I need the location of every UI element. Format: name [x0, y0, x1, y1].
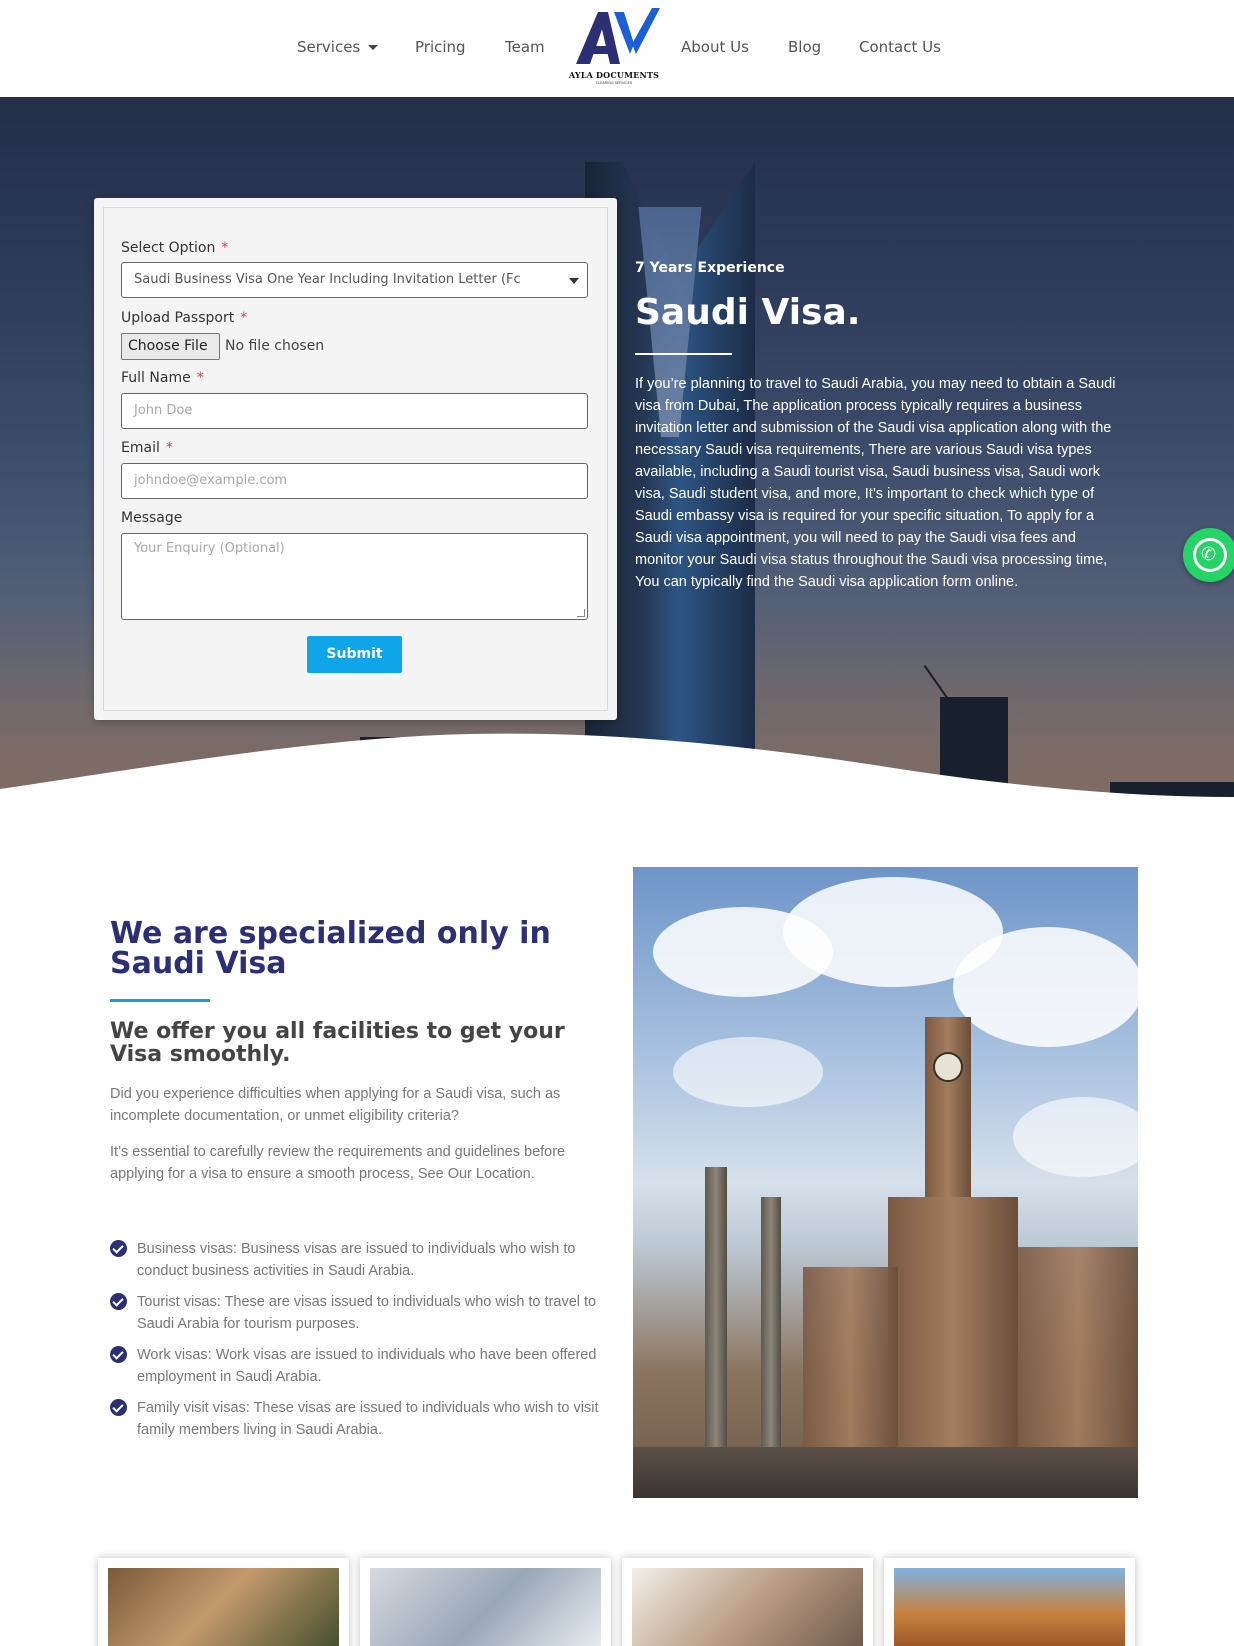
logo-mark-icon	[576, 8, 660, 64]
choose-file-button[interactable]: Choose File	[121, 333, 220, 360]
list-item-text: Business visas: Business visas are issue…	[137, 1241, 576, 1279]
required-mark: *	[221, 240, 229, 256]
specialized-title: We are specialized only in Saudi Visa	[110, 916, 551, 981]
required-mark: *	[165, 440, 173, 456]
check-circle-icon	[110, 1293, 127, 1310]
message-placeholder: Your Enquiry (Optional)	[134, 541, 285, 556]
full-name-label: Full Name *	[121, 370, 204, 386]
logo-name: AYLA DOCUMENTS	[568, 70, 660, 80]
file-status-text: No file chosen	[225, 338, 325, 354]
clock-tower	[925, 1017, 971, 1217]
service-card[interactable]	[622, 1558, 873, 1646]
hero-description: If you’re planning to travel to Saudi Ar…	[635, 376, 1116, 590]
required-mark: *	[196, 370, 204, 386]
mecca-clock-tower-image	[633, 867, 1138, 1498]
top-navigation: Services Pricing Team AYLA DOCUMENTS CLE…	[0, 0, 1234, 97]
cloud-shape	[953, 927, 1138, 1047]
upload-passport-label-text: Upload Passport	[121, 310, 235, 326]
specialized-subtitle: We offer you all facilities to get your …	[110, 1019, 565, 1067]
specialized-paragraph-1: Did you experience difficulties when app…	[110, 1086, 561, 1124]
nav-contact-us[interactable]: Contact Us	[859, 38, 941, 56]
visa-type-select[interactable]: Saudi Business Visa One Year Including I…	[121, 262, 588, 298]
select-option-label-text: Select Option	[121, 240, 216, 256]
service-card[interactable]	[360, 1558, 611, 1646]
business-image	[370, 1568, 601, 1646]
hero-title: Saudi Visa.	[635, 292, 861, 333]
check-circle-icon	[110, 1399, 127, 1416]
full-name-label-text: Full Name	[121, 370, 191, 386]
hero-kicker: 7 Years Experience	[635, 260, 785, 276]
visa-type-select-value: Saudi Business Visa One Year Including I…	[134, 272, 521, 287]
full-name-input[interactable]: John Doe	[121, 393, 588, 429]
nav-services-label: Services	[297, 38, 361, 56]
nav-blog[interactable]: Blog	[788, 38, 821, 56]
email-label-text: Email	[121, 440, 160, 456]
message-textarea[interactable]: Your Enquiry (Optional)	[121, 533, 588, 620]
logo-subtitle: CLEARING SERVICES	[595, 81, 633, 85]
list-item-text: Tourist visas: These are visas issued to…	[137, 1294, 597, 1332]
phone-icon: ✆	[1201, 544, 1217, 564]
hero-divider	[635, 353, 732, 355]
specialized-paragraph-2: It’s essential to carefully review the r…	[110, 1144, 566, 1182]
upload-passport-label: Upload Passport *	[121, 310, 247, 326]
chevron-down-icon	[569, 278, 579, 284]
whatsapp-button[interactable]: ✆	[1183, 528, 1234, 582]
nav-about-us[interactable]: About Us	[681, 38, 749, 56]
message-label: Message	[121, 510, 183, 526]
cloud-shape	[673, 1037, 823, 1107]
clock-face-icon	[933, 1052, 963, 1082]
check-circle-icon	[110, 1240, 127, 1257]
service-card[interactable]	[884, 1558, 1135, 1646]
email-label: Email *	[121, 440, 173, 456]
tourism-image	[894, 1568, 1125, 1646]
email-input[interactable]: johndoe@example.com	[121, 463, 588, 499]
resize-handle-icon[interactable]	[577, 609, 585, 617]
family-image	[108, 1568, 339, 1646]
submit-button[interactable]: Submit	[307, 636, 402, 673]
site-logo[interactable]: AYLA DOCUMENTS CLEARING SERVICES	[568, 6, 660, 88]
service-card[interactable]	[98, 1558, 349, 1646]
required-mark: *	[240, 310, 248, 326]
ground	[633, 1447, 1138, 1498]
hero-section: Select Option * Saudi Business Visa One Y…	[0, 97, 1234, 817]
specialized-divider	[110, 999, 210, 1002]
nav-services[interactable]: Services	[297, 38, 379, 56]
work-image	[632, 1568, 863, 1646]
visa-application-form: Select Option * Saudi Business Visa One Y…	[94, 198, 617, 720]
list-item-text: Family visit visas: These visas are issu…	[137, 1400, 599, 1438]
nav-team[interactable]: Team	[505, 38, 545, 56]
list-item-text: Work visas: Work visas are issued to ind…	[137, 1347, 597, 1385]
caret-down-icon	[368, 45, 379, 50]
select-option-label: Select Option *	[121, 240, 228, 256]
nav-pricing[interactable]: Pricing	[415, 38, 466, 56]
check-circle-icon	[110, 1346, 127, 1363]
cloud-shape	[1013, 1097, 1138, 1177]
